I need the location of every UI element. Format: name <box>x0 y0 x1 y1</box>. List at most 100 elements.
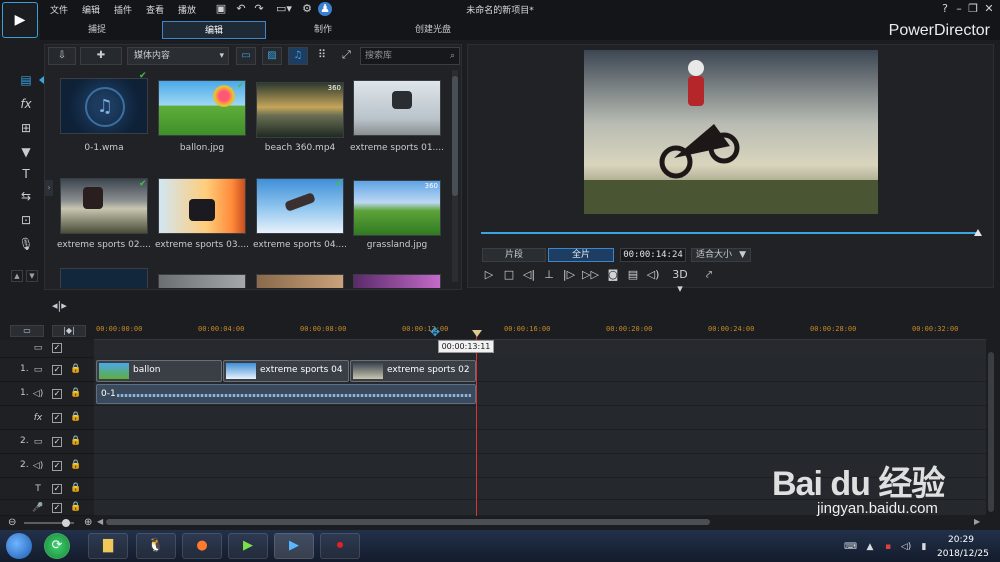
library-item-partial[interactable] <box>353 274 441 288</box>
fx-room-icon[interactable]: fx <box>18 96 34 112</box>
taskbar-powerdirector-icon[interactable]: ▶ <box>274 533 314 559</box>
zoom-fit-select[interactable]: 适合大小 ▼ <box>691 248 751 262</box>
timeline-horizontal-scrollbar[interactable] <box>106 519 710 525</box>
taskbar-clock-date[interactable]: 2018/12/25 <box>937 549 989 559</box>
filter-video-icon[interactable]: ▭ <box>236 47 256 65</box>
library-item-ballon[interactable] <box>158 80 246 136</box>
scroll-right-icon[interactable]: ▶ <box>974 517 980 526</box>
media-room-icon[interactable]: ▤ <box>18 72 34 88</box>
storyboard-toggle-icon[interactable]: |◆| <box>52 325 86 337</box>
movie-mode-button[interactable]: 全片 <box>548 248 614 262</box>
tab-capture[interactable]: 捕捉 <box>52 21 142 39</box>
timeline-clip-ballon[interactable]: ballon <box>96 360 222 382</box>
lock-icon[interactable]: 🔒 <box>70 436 81 448</box>
library-item-beach-360[interactable]: 360 <box>256 82 344 138</box>
menu-file[interactable]: 文件 <box>50 3 68 16</box>
lock-icon[interactable]: 🔒 <box>70 412 81 424</box>
timecode-display[interactable]: 00:00:14:24 <box>620 248 686 262</box>
scroll-left-icon[interactable]: ◀ <box>97 517 103 526</box>
close-icon[interactable]: ✕ <box>982 2 996 16</box>
title-room-icon[interactable]: T <box>18 166 34 182</box>
restore-icon[interactable]: ❐ <box>966 2 980 16</box>
library-item-extreme-sports-03[interactable] <box>158 178 246 234</box>
timeline-vertical-scrollbar[interactable] <box>988 352 994 512</box>
tray-volume-icon[interactable]: ◁) <box>900 542 912 554</box>
undo-icon[interactable]: ↶ <box>234 2 248 16</box>
settings-gear-icon[interactable]: ⚙ <box>300 2 314 16</box>
track-enable-checkbox[interactable]: ✓ <box>52 461 62 471</box>
split-icon[interactable]: ⊥ <box>542 268 556 282</box>
zoom-in-icon[interactable]: ⊕ <box>84 517 92 528</box>
pip-room-icon[interactable]: ⊞ <box>18 120 34 136</box>
library-item-0-1-wma[interactable]: ♫ <box>60 78 148 134</box>
taskbar-recorder-icon[interactable]: ⏺ <box>320 533 360 559</box>
library-scrollbar[interactable] <box>452 70 458 282</box>
tab-edit[interactable]: 编辑 <box>162 21 266 39</box>
timeline-clip-extreme-sports-04[interactable]: extreme sports 04 <box>223 360 349 382</box>
timeline-clip-extreme-sports-02[interactable]: extreme sports 02 <box>350 360 476 382</box>
track-enable-checkbox[interactable]: ✓ <box>52 389 62 399</box>
scroll-up-icon[interactable]: ▲ <box>11 270 23 282</box>
playhead-marker[interactable] <box>472 330 482 337</box>
track-row-fx[interactable] <box>94 406 986 430</box>
transition-room-icon[interactable]: ⇆ <box>18 188 34 204</box>
track-row-video-2[interactable] <box>94 430 986 454</box>
preview-progress-bar[interactable] <box>481 232 979 234</box>
library-search-input[interactable]: 搜索库 ⌕ <box>360 47 460 65</box>
particle-room-icon[interactable]: ▼ <box>18 144 34 160</box>
taskbar-clock-time[interactable]: 20:29 <box>948 535 974 545</box>
media-filter-select[interactable]: 媒体内容 ▾ <box>127 47 229 65</box>
zoom-slider-knob[interactable] <box>62 519 70 527</box>
clip-mode-button[interactable]: 片段 <box>482 248 546 262</box>
library-item-extreme-sports-02[interactable] <box>60 178 148 234</box>
scroll-down-icon[interactable]: ▼ <box>26 270 38 282</box>
library-item-partial[interactable] <box>158 274 246 288</box>
expand-library-icon[interactable]: ⤢ <box>342 48 351 62</box>
lock-icon[interactable]: 🔒 <box>70 483 81 495</box>
preview-scrub-knob[interactable] <box>974 229 982 236</box>
library-item-partial[interactable] <box>60 268 148 288</box>
account-icon[interactable]: ♟ <box>318 2 332 16</box>
track-enable-checkbox[interactable]: ✓ <box>52 484 62 494</box>
subtitle-icon[interactable]: ▤ <box>626 268 640 282</box>
track-enable-checkbox[interactable]: ✓ <box>52 343 62 353</box>
menu-play[interactable]: 播放 <box>178 3 196 16</box>
lock-icon[interactable]: 🔒 <box>70 502 81 514</box>
undock-icon[interactable]: ⤤ <box>702 268 716 282</box>
track-enable-checkbox[interactable]: ✓ <box>52 413 62 423</box>
grid-view-icon[interactable]: ⠿ <box>318 48 326 61</box>
track-enable-checkbox[interactable]: ✓ <box>52 503 62 513</box>
playhead-line[interactable] <box>476 330 477 516</box>
tray-keyboard-icon[interactable]: ⌨ <box>844 542 857 554</box>
timeline-clip-audio[interactable]: 0-1 <box>96 384 476 404</box>
help-icon[interactable]: ? <box>938 2 952 16</box>
snapshot-icon[interactable]: ◙ <box>606 268 620 282</box>
taskbar-file-explorer-icon[interactable]: ▇ <box>88 533 128 559</box>
save-icon[interactable]: ▣ <box>214 2 228 16</box>
voice-over-room-icon[interactable]: 🎙 <box>18 236 34 252</box>
filter-audio-icon[interactable]: ♫ <box>288 47 308 65</box>
minimize-icon[interactable]: – <box>952 2 966 16</box>
tray-security-icon[interactable]: ▪ <box>882 542 894 554</box>
track-manager-icon[interactable]: ▭ <box>10 325 44 337</box>
taskbar-firefox-icon[interactable]: ● <box>182 533 222 559</box>
menu-edit[interactable]: 编辑 <box>82 3 100 16</box>
aspect-ratio-icon[interactable]: ▭▾ <box>274 2 294 16</box>
lock-icon[interactable]: 🔒 <box>70 388 81 400</box>
library-item-extreme-sports-04[interactable] <box>256 178 344 234</box>
taskbar-qq-icon[interactable]: 🐧 <box>136 533 176 559</box>
play-icon[interactable]: ▷ <box>482 268 496 282</box>
menu-view[interactable]: 查看 <box>146 3 164 16</box>
taskbar-app-refresh-icon[interactable]: ⟳ <box>44 533 70 559</box>
start-button-icon[interactable] <box>6 533 32 559</box>
track-enable-checkbox[interactable]: ✓ <box>52 437 62 447</box>
filter-image-icon[interactable]: ▨ <box>262 47 282 65</box>
taskbar-app-icon[interactable]: ▶ <box>228 533 268 559</box>
lock-icon[interactable]: 🔒 <box>70 364 81 376</box>
tray-expand-icon[interactable]: ▲ <box>864 542 876 554</box>
track-enable-checkbox[interactable]: ✓ <box>52 365 62 375</box>
audio-mixing-room-icon[interactable]: ⊡ <box>18 212 34 228</box>
import-media-button[interactable]: ⇩ <box>48 47 76 65</box>
lock-icon[interactable]: 🔒 <box>70 460 81 472</box>
plugins-button[interactable]: ✚ <box>80 47 122 65</box>
